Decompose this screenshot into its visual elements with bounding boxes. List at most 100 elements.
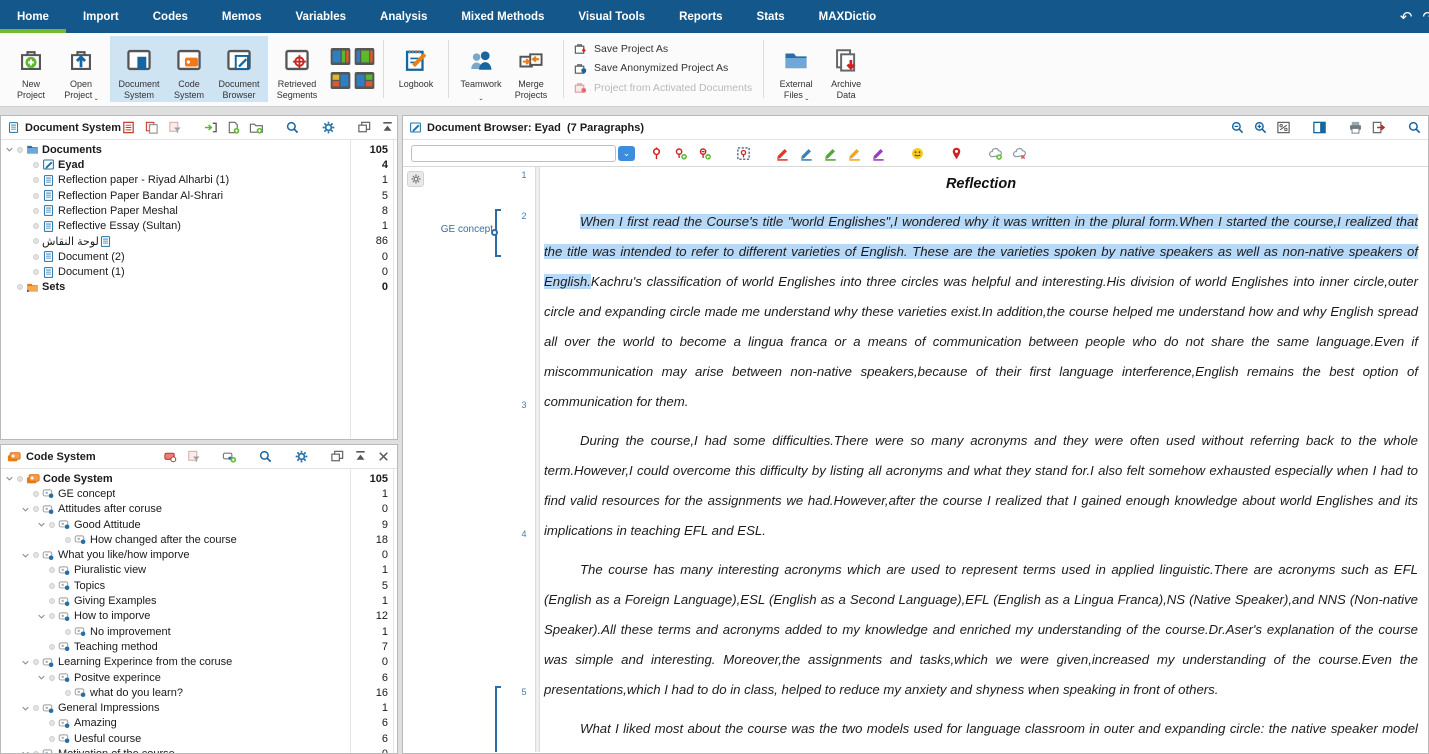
search-icon[interactable] xyxy=(285,120,300,135)
activation-dot[interactable] xyxy=(33,705,39,712)
document-row[interactable]: Document (1) 0 xyxy=(1,264,397,279)
tree-expander-icon[interactable] xyxy=(21,749,33,753)
activation-dot[interactable] xyxy=(33,161,39,168)
code-row[interactable]: Code System 105 xyxy=(1,471,397,486)
cloud-del-icon[interactable] xyxy=(1012,146,1027,161)
code-combo-dropdown-button[interactable]: ⌄ xyxy=(618,145,635,161)
document-row[interactable]: Sets 0 xyxy=(1,280,397,295)
tree-expander-icon[interactable] xyxy=(21,505,33,514)
merge-projects-button[interactable]: Merge Projects xyxy=(506,37,556,101)
code-row[interactable]: Learning Experince from the coruse 0 xyxy=(1,655,397,670)
close-icon[interactable] xyxy=(376,449,391,464)
code-invivo-icon[interactable] xyxy=(697,146,712,161)
activation-dot[interactable] xyxy=(49,613,55,620)
float-icon[interactable] xyxy=(330,449,345,464)
code-row[interactable]: General Impressions 1 xyxy=(1,700,397,715)
code-memo-icon[interactable] xyxy=(163,449,178,464)
logbook-button[interactable]: Logbook xyxy=(391,37,441,101)
code-row[interactable]: Positve experince 6 xyxy=(1,670,397,685)
menu-item-analysis[interactable]: Analysis xyxy=(363,0,444,33)
tree-expander-icon[interactable] xyxy=(21,551,33,560)
new-doc-group-icon[interactable] xyxy=(249,120,264,135)
menu-item-import[interactable]: Import xyxy=(66,0,136,33)
new-doc-icon[interactable] xyxy=(226,120,241,135)
emoticode-icon[interactable] xyxy=(910,146,925,161)
cloud-add-icon[interactable] xyxy=(988,146,1003,161)
document-row[interactable]: Reflection Paper Bandar Al-Shrari 5 xyxy=(1,188,397,203)
layout-3-button[interactable] xyxy=(330,70,352,92)
scrollbar-track[interactable] xyxy=(393,469,394,753)
menu-item-save-anonymized-project-as[interactable]: Save Anonymized Project As xyxy=(573,61,752,76)
code-row[interactable]: Teaching method 7 xyxy=(1,639,397,654)
menu-item-mixed-methods[interactable]: Mixed Methods xyxy=(444,0,561,33)
zoom-fit-icon[interactable] xyxy=(1276,120,1291,135)
activation-dot[interactable] xyxy=(17,146,23,153)
activation-dot[interactable] xyxy=(17,284,23,291)
activation-dot[interactable] xyxy=(33,269,39,276)
code-system-button[interactable]: Code System xyxy=(164,37,214,101)
code-row[interactable]: Giving Examples 1 xyxy=(1,593,397,608)
menu-item-home[interactable]: Home xyxy=(0,0,66,33)
activation-dot[interactable] xyxy=(65,689,71,696)
activation-dot[interactable] xyxy=(49,521,55,528)
activation-dot[interactable] xyxy=(49,567,55,574)
open-project-button[interactable]: Open Project ˬ xyxy=(56,37,106,101)
document-paragraph[interactable]: During the course,I had some difficultie… xyxy=(544,426,1418,546)
hl-green-icon[interactable] xyxy=(823,146,838,161)
activation-dot[interactable] xyxy=(33,552,39,559)
code-row[interactable]: How changed after the course 18 xyxy=(1,532,397,547)
tree-expander-icon[interactable] xyxy=(5,145,17,154)
activation-dot[interactable] xyxy=(33,223,39,230)
search-icon[interactable] xyxy=(1407,120,1422,135)
document-paragraph[interactable]: What I liked most about the course was t… xyxy=(544,714,1418,752)
gear-icon[interactable] xyxy=(321,120,336,135)
code-row[interactable]: what do you learn? 16 xyxy=(1,685,397,700)
layout-2-button[interactable] xyxy=(354,46,376,68)
memo-filter-icon[interactable] xyxy=(167,120,182,135)
gear-icon[interactable] xyxy=(294,449,309,464)
memo-red-icon[interactable] xyxy=(121,120,136,135)
activation-dot[interactable] xyxy=(33,750,39,753)
document-paragraph[interactable]: The course has many interesting acronyms… xyxy=(544,555,1418,705)
document-row[interactable]: Documents 105 xyxy=(1,142,397,157)
teamwork-button[interactable]: Teamwork ˬ xyxy=(456,37,506,101)
document-row[interactable]: لوحة النقاش 86 xyxy=(1,234,397,249)
code-row[interactable]: Good Attitude 9 xyxy=(1,517,397,532)
activation-dot[interactable] xyxy=(65,628,71,635)
sidebar-icon[interactable] xyxy=(1312,120,1327,135)
hl-red-icon[interactable] xyxy=(775,146,790,161)
tree-expander-icon[interactable] xyxy=(5,474,17,483)
code-new-icon[interactable] xyxy=(673,146,688,161)
coding-bracket[interactable] xyxy=(495,686,501,752)
activation-dot[interactable] xyxy=(17,475,23,482)
retrieved-segments-button[interactable]: Retrieved Segments xyxy=(272,37,322,101)
layout-4-button[interactable] xyxy=(354,70,376,92)
document-browser-button[interactable]: Document Browser xyxy=(214,37,264,101)
text-segment[interactable]: The course has many interesting acronyms… xyxy=(544,562,1418,697)
new-code-icon[interactable] xyxy=(222,449,237,464)
activation-dot[interactable] xyxy=(49,598,55,605)
code-row[interactable]: Piuralistic view 1 xyxy=(1,563,397,578)
float-icon[interactable] xyxy=(357,120,372,135)
document-row[interactable]: Eyad 4 xyxy=(1,157,397,172)
memo-filter-icon[interactable] xyxy=(186,449,201,464)
zoom-out-icon[interactable] xyxy=(1230,120,1245,135)
menu-item-variables[interactable]: Variables xyxy=(279,0,364,33)
code-row[interactable]: Attitudes after coruse 0 xyxy=(1,502,397,517)
coded-segment-label[interactable]: GE concept xyxy=(421,224,493,235)
document-text[interactable]: Reflection When I first read the Course'… xyxy=(542,167,1428,752)
scrollbar-track[interactable] xyxy=(393,140,394,439)
activation-dot[interactable] xyxy=(33,207,39,214)
document-row[interactable]: Reflection paper - Riyad Alharbi (1) 1 xyxy=(1,173,397,188)
export-icon[interactable] xyxy=(1371,120,1386,135)
undo-icon[interactable]: ↶ xyxy=(1400,8,1413,26)
tree-expander-icon[interactable] xyxy=(37,612,49,621)
document-row[interactable]: Reflection Paper Meshal 8 xyxy=(1,203,397,218)
tree-expander-icon[interactable] xyxy=(21,658,33,667)
menu-item-memos[interactable]: Memos xyxy=(205,0,279,33)
code-row[interactable]: No improvement 1 xyxy=(1,624,397,639)
menu-item-stats[interactable]: Stats xyxy=(740,0,802,33)
menu-item-save-project-as[interactable]: Save Project As xyxy=(573,41,752,56)
code-row[interactable]: GE concept 1 xyxy=(1,486,397,501)
activation-dot[interactable] xyxy=(49,720,55,727)
